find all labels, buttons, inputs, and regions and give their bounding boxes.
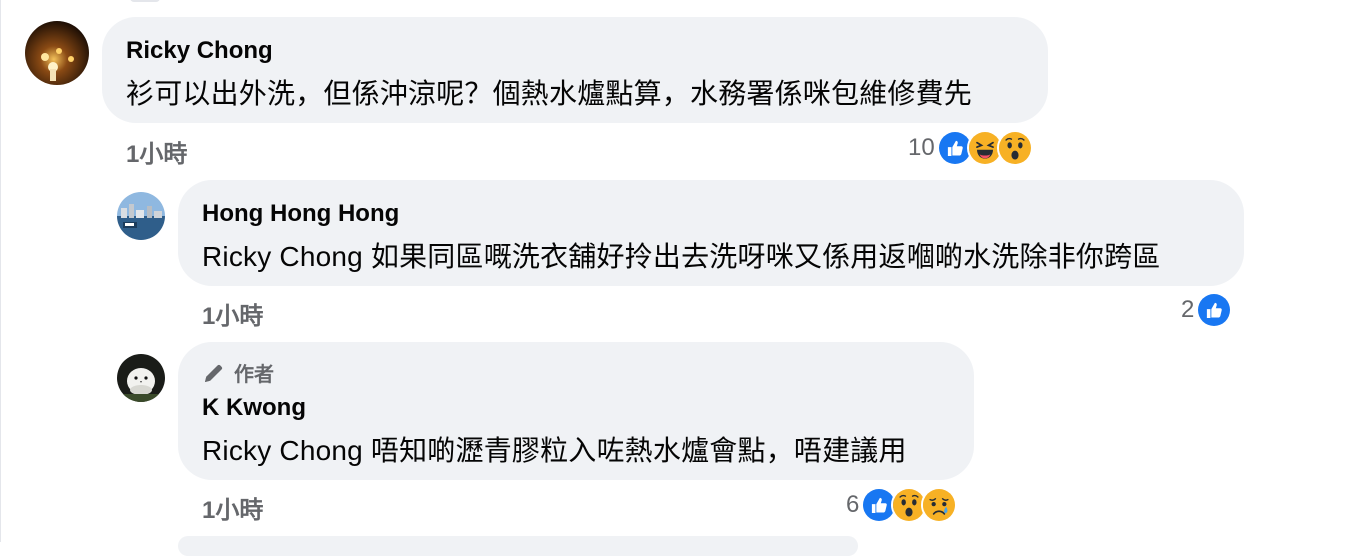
avatar[interactable] — [117, 354, 165, 402]
reaction-icons — [861, 487, 958, 523]
sad-icon — [921, 487, 958, 523]
comment-time-link[interactable]: 1小時 — [202, 490, 263, 525]
avatar-bird-image — [117, 354, 165, 402]
pen-icon — [202, 361, 226, 385]
next-comment-fragment — [178, 536, 858, 556]
author-badge-label: 作者 — [234, 364, 274, 386]
reaction-summary[interactable]: 6 — [846, 487, 958, 523]
comment-author[interactable]: K Kwong — [202, 394, 306, 422]
reaction-count: 6 — [846, 491, 860, 518]
author-badge: 作者 — [202, 358, 274, 387]
reply-k-kwong: 作者 K Kwong Ricky Chong 唔知啲瀝青膠粒入咗熱水爐會點，唔建… — [0, 0, 1364, 542]
comment-text: Ricky Chong 唔知啲瀝青膠粒入咗熱水爐會點，唔建議用 — [202, 435, 907, 466]
